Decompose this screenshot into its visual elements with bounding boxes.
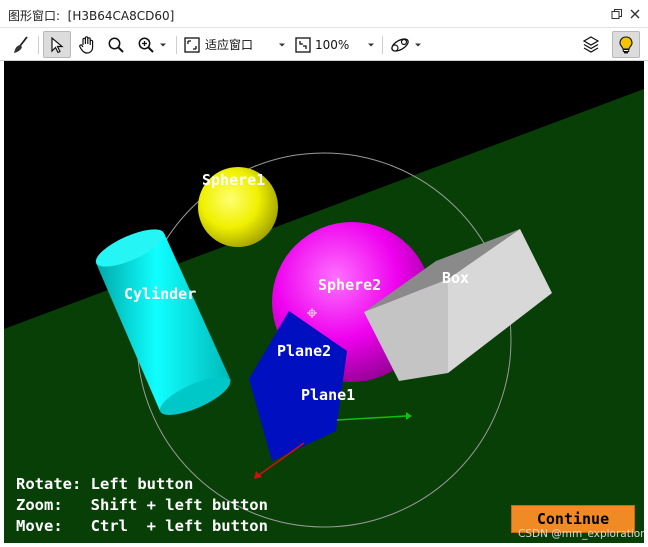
help-rotate: Rotate: Left button xyxy=(16,475,194,493)
watermark: CSDN @mm_exploration xyxy=(518,528,644,540)
zoom-percent-dropdown[interactable]: 100% xyxy=(292,31,378,58)
orbit-icon xyxy=(391,37,409,52)
toolbar-separator xyxy=(382,36,383,54)
help-zoom: Zoom: Shift + left button xyxy=(16,496,268,514)
window-title: 图形窗口: [H3B64CA8CD60] xyxy=(8,9,175,23)
sphere2-label: Sphere2 xyxy=(318,276,382,294)
fit-window-label: 适应窗口 xyxy=(205,38,254,52)
zoom-percent-icon xyxy=(295,36,311,53)
box-label: Box xyxy=(442,269,470,287)
chevron-down-icon xyxy=(159,43,166,46)
graphics-viewport[interactable]: Sphere1 Cylinder Sphere2 Box Plane2 Plan… xyxy=(4,61,644,543)
fit-window-dropdown[interactable]: 适应窗口 xyxy=(181,31,289,58)
orbit-dropdown[interactable] xyxy=(386,31,426,58)
zoom-in-icon xyxy=(138,37,154,53)
select-arrow-icon xyxy=(51,36,64,53)
cylinder-label: Cylinder xyxy=(124,285,197,303)
close-icon[interactable] xyxy=(627,6,643,22)
chevron-down-icon xyxy=(415,43,421,46)
restore-icon[interactable] xyxy=(609,6,625,22)
chevron-down-icon xyxy=(368,43,374,46)
chevron-down-icon xyxy=(279,43,285,46)
zoom-percent-label: 100% xyxy=(315,37,350,52)
toolbar-separator xyxy=(38,36,39,54)
sphere1-label: Sphere1 xyxy=(202,171,266,189)
help-move: Move: Ctrl + left button xyxy=(16,517,268,535)
plane2-label: Plane2 xyxy=(277,342,332,360)
lightbulb-button[interactable] xyxy=(612,31,640,58)
zoom-button[interactable] xyxy=(103,31,129,58)
brush-button[interactable] xyxy=(7,31,34,58)
pan-button[interactable] xyxy=(74,31,100,58)
select-button[interactable] xyxy=(43,31,71,58)
toolbar: 适应窗口 100% xyxy=(0,28,648,61)
layers-button[interactable] xyxy=(578,31,604,58)
scene-canvas xyxy=(4,89,644,543)
zoom-icon xyxy=(108,37,124,53)
title-bar: 图形窗口: [H3B64CA8CD60] xyxy=(0,0,648,28)
zoom-in-dropdown[interactable] xyxy=(132,31,172,58)
fit-window-icon xyxy=(184,36,200,53)
toolbar-separator xyxy=(176,36,177,54)
brush-icon xyxy=(13,35,28,53)
pan-hand-icon xyxy=(79,35,94,54)
layers-icon xyxy=(582,35,600,53)
plane1-label: Plane1 xyxy=(301,386,356,404)
lightbulb-icon xyxy=(619,35,633,53)
